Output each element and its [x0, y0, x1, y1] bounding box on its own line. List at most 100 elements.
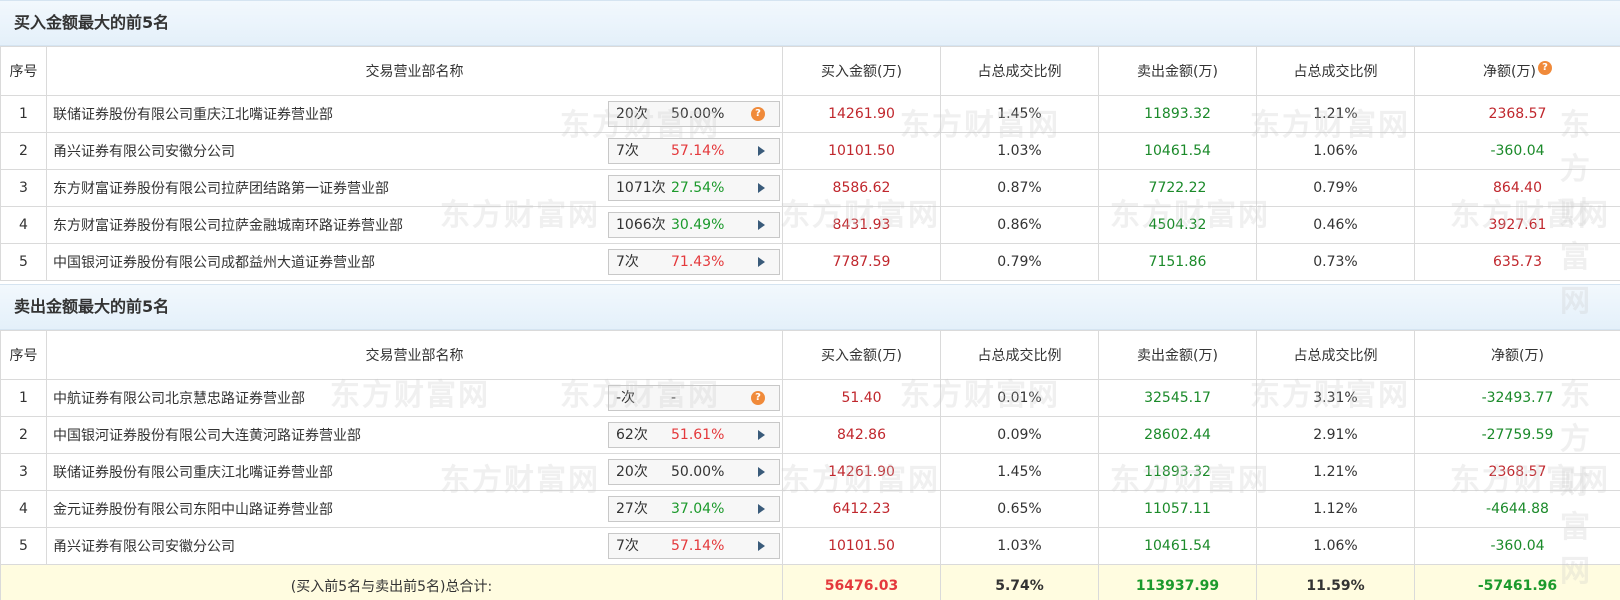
sell-table-header: 序号 交易营业部名称 买入金额(万) 占总成交比例 卖出金额(万) 占总成交比例… — [0, 330, 1620, 380]
trade-count: 20次 — [616, 464, 648, 480]
row-seq: 1 — [0, 379, 47, 417]
row-buy-ratio: 1.03% — [940, 527, 1099, 565]
col-sell: 卖出金额(万) — [1098, 46, 1257, 96]
help-icon[interactable]: ? — [751, 391, 765, 405]
row-sell: 10461.54 — [1098, 527, 1257, 565]
table-row: 2 中国银河证券股份有限公司大连黄河路证券营业部 62次 51.61% 842.86 0.… — [0, 416, 1620, 454]
success-rate: 51.61% — [671, 427, 725, 443]
col-name: 交易营业部名称 — [46, 46, 783, 96]
count-rate-box[interactable]: 7次 71.43% — [608, 249, 780, 275]
trade-count: 1066次 — [616, 217, 666, 233]
row-sell-ratio: 0.73% — [1256, 243, 1415, 281]
branch-name[interactable]: 甬兴证券有限公司安徽分公司 — [53, 141, 608, 161]
col-sell-ratio: 占总成交比例 — [1256, 46, 1415, 96]
count-rate-box[interactable]: 1066次 30.49% — [608, 212, 780, 238]
play-arrow-icon[interactable] — [758, 183, 765, 193]
row-name-cell: 中国银河证券股份有限公司大连黄河路证券营业部 62次 51.61% — [46, 416, 783, 454]
trade-count: -次 — [616, 390, 636, 406]
row-buy-ratio: 0.65% — [940, 490, 1099, 528]
count-rate-box[interactable]: 7次 57.14% — [608, 533, 780, 559]
row-buy-ratio: 0.86% — [940, 206, 1099, 244]
table-row: 2 甬兴证券有限公司安徽分公司 7次 57.14% 10101.50 1.03% 10461… — [0, 132, 1620, 170]
branch-name[interactable]: 甬兴证券有限公司安徽分公司 — [53, 536, 608, 556]
row-sell: 11893.32 — [1098, 453, 1257, 491]
table-row: 1 联储证券股份有限公司重庆江北嘴证券营业部 20次 50.00%? 14261.90 1… — [0, 95, 1620, 133]
table-row: 1 中航证券有限公司北京慧忠路证券营业部 -次 -? 51.40 0.01% 32545.1… — [0, 379, 1620, 417]
count-rate-box[interactable]: 1071次 27.54% — [608, 175, 780, 201]
play-arrow-icon[interactable] — [758, 146, 765, 156]
branch-name[interactable]: 中航证券有限公司北京慧忠路证券营业部 — [53, 388, 608, 408]
row-sell-ratio: 1.12% — [1256, 490, 1415, 528]
row-buy: 842.86 — [782, 416, 941, 454]
trade-count: 7次 — [616, 254, 639, 270]
row-sell: 28602.44 — [1098, 416, 1257, 454]
row-buy: 14261.90 — [782, 95, 941, 133]
row-sell-ratio: 1.21% — [1256, 95, 1415, 133]
col-buy-ratio: 占总成交比例 — [940, 330, 1099, 380]
trade-count: 20次 — [616, 106, 648, 122]
buy-table: 序号 交易营业部名称 买入金额(万) 占总成交比例 卖出金额(万) 占总成交比例… — [0, 46, 1620, 281]
trade-count: 1071次 — [616, 180, 666, 196]
row-net: -4644.88 — [1414, 490, 1620, 528]
total-buy: 56476.03 — [782, 564, 941, 600]
count-rate-box[interactable]: 20次 50.00%? — [608, 101, 780, 127]
row-buy-ratio: 1.45% — [940, 95, 1099, 133]
count-rate-box[interactable]: 20次 50.00% — [608, 459, 780, 485]
play-arrow-icon[interactable] — [758, 541, 765, 551]
row-net: -32493.77 — [1414, 379, 1620, 417]
table-row: 5 中国银河证券股份有限公司成都益州大道证券营业部 7次 71.43% 7787.59 0… — [0, 243, 1620, 281]
total-row: (买入前5名与卖出前5名)总合计: 56476.03 5.74% 113937.… — [0, 564, 1620, 600]
row-sell-ratio: 1.06% — [1256, 527, 1415, 565]
row-buy-ratio: 0.87% — [940, 169, 1099, 207]
row-buy: 10101.50 — [782, 527, 941, 565]
play-arrow-icon[interactable] — [758, 467, 765, 477]
col-seq: 序号 — [0, 330, 47, 380]
branch-name[interactable]: 联储证券股份有限公司重庆江北嘴证券营业部 — [53, 462, 608, 482]
row-name-cell: 中航证券有限公司北京慧忠路证券营业部 -次 -? — [46, 379, 783, 417]
total-sell-ratio: 11.59% — [1256, 564, 1415, 600]
row-net: -27759.59 — [1414, 416, 1620, 454]
trade-count: 7次 — [616, 143, 639, 159]
help-icon[interactable]: ? — [1537, 61, 1552, 75]
row-buy: 8431.93 — [782, 206, 941, 244]
row-sell: 11893.32 — [1098, 95, 1257, 133]
branch-name[interactable]: 联储证券股份有限公司重庆江北嘴证券营业部 — [53, 104, 608, 124]
help-icon[interactable]: ? — [751, 107, 765, 121]
success-rate: 30.49% — [671, 217, 725, 233]
play-arrow-icon[interactable] — [758, 430, 765, 440]
branch-name[interactable]: 中国银河证券股份有限公司大连黄河路证券营业部 — [53, 425, 608, 445]
row-name-cell: 甬兴证券有限公司安徽分公司 7次 57.14% — [46, 132, 783, 170]
count-rate-box[interactable]: -次 -? — [608, 385, 780, 411]
branch-name[interactable]: 东方财富证券股份有限公司拉萨团结路第一证券营业部 — [53, 178, 608, 198]
count-rate-box[interactable]: 27次 37.04% — [608, 496, 780, 522]
table-row: 4 金元证券股份有限公司东阳中山路证券营业部 27次 37.04% 6412.23 0.6… — [0, 490, 1620, 528]
total-buy-ratio: 5.74% — [940, 564, 1099, 600]
success-rate: 57.14% — [671, 538, 725, 554]
row-seq: 3 — [0, 453, 47, 491]
row-sell: 32545.17 — [1098, 379, 1257, 417]
row-sell-ratio: 0.46% — [1256, 206, 1415, 244]
row-net: -360.04 — [1414, 132, 1620, 170]
row-buy: 6412.23 — [782, 490, 941, 528]
success-rate: 27.54% — [671, 180, 725, 196]
row-name-cell: 中国银河证券股份有限公司成都益州大道证券营业部 7次 71.43% — [46, 243, 783, 281]
row-sell: 4504.32 — [1098, 206, 1257, 244]
trade-count: 7次 — [616, 538, 639, 554]
row-seq: 2 — [0, 416, 47, 454]
branch-name[interactable]: 金元证券股份有限公司东阳中山路证券营业部 — [53, 499, 608, 519]
row-seq: 5 — [0, 243, 47, 281]
count-rate-box[interactable]: 7次 57.14% — [608, 138, 780, 164]
count-rate-box[interactable]: 62次 51.61% — [608, 422, 780, 448]
play-arrow-icon[interactable] — [758, 504, 765, 514]
branch-name[interactable]: 东方财富证券股份有限公司拉萨金融城南环路证券营业部 — [53, 215, 608, 235]
branch-name[interactable]: 中国银河证券股份有限公司成都益州大道证券营业部 — [53, 252, 608, 272]
row-buy: 8586.62 — [782, 169, 941, 207]
row-buy-ratio: 0.79% — [940, 243, 1099, 281]
row-sell: 10461.54 — [1098, 132, 1257, 170]
table-row: 3 东方财富证券股份有限公司拉萨团结路第一证券营业部 1071次 27.54% 8586… — [0, 169, 1620, 207]
play-arrow-icon[interactable] — [758, 220, 765, 230]
row-buy-ratio: 0.01% — [940, 379, 1099, 417]
row-buy: 51.40 — [782, 379, 941, 417]
play-arrow-icon[interactable] — [758, 257, 765, 267]
row-sell: 11057.11 — [1098, 490, 1257, 528]
